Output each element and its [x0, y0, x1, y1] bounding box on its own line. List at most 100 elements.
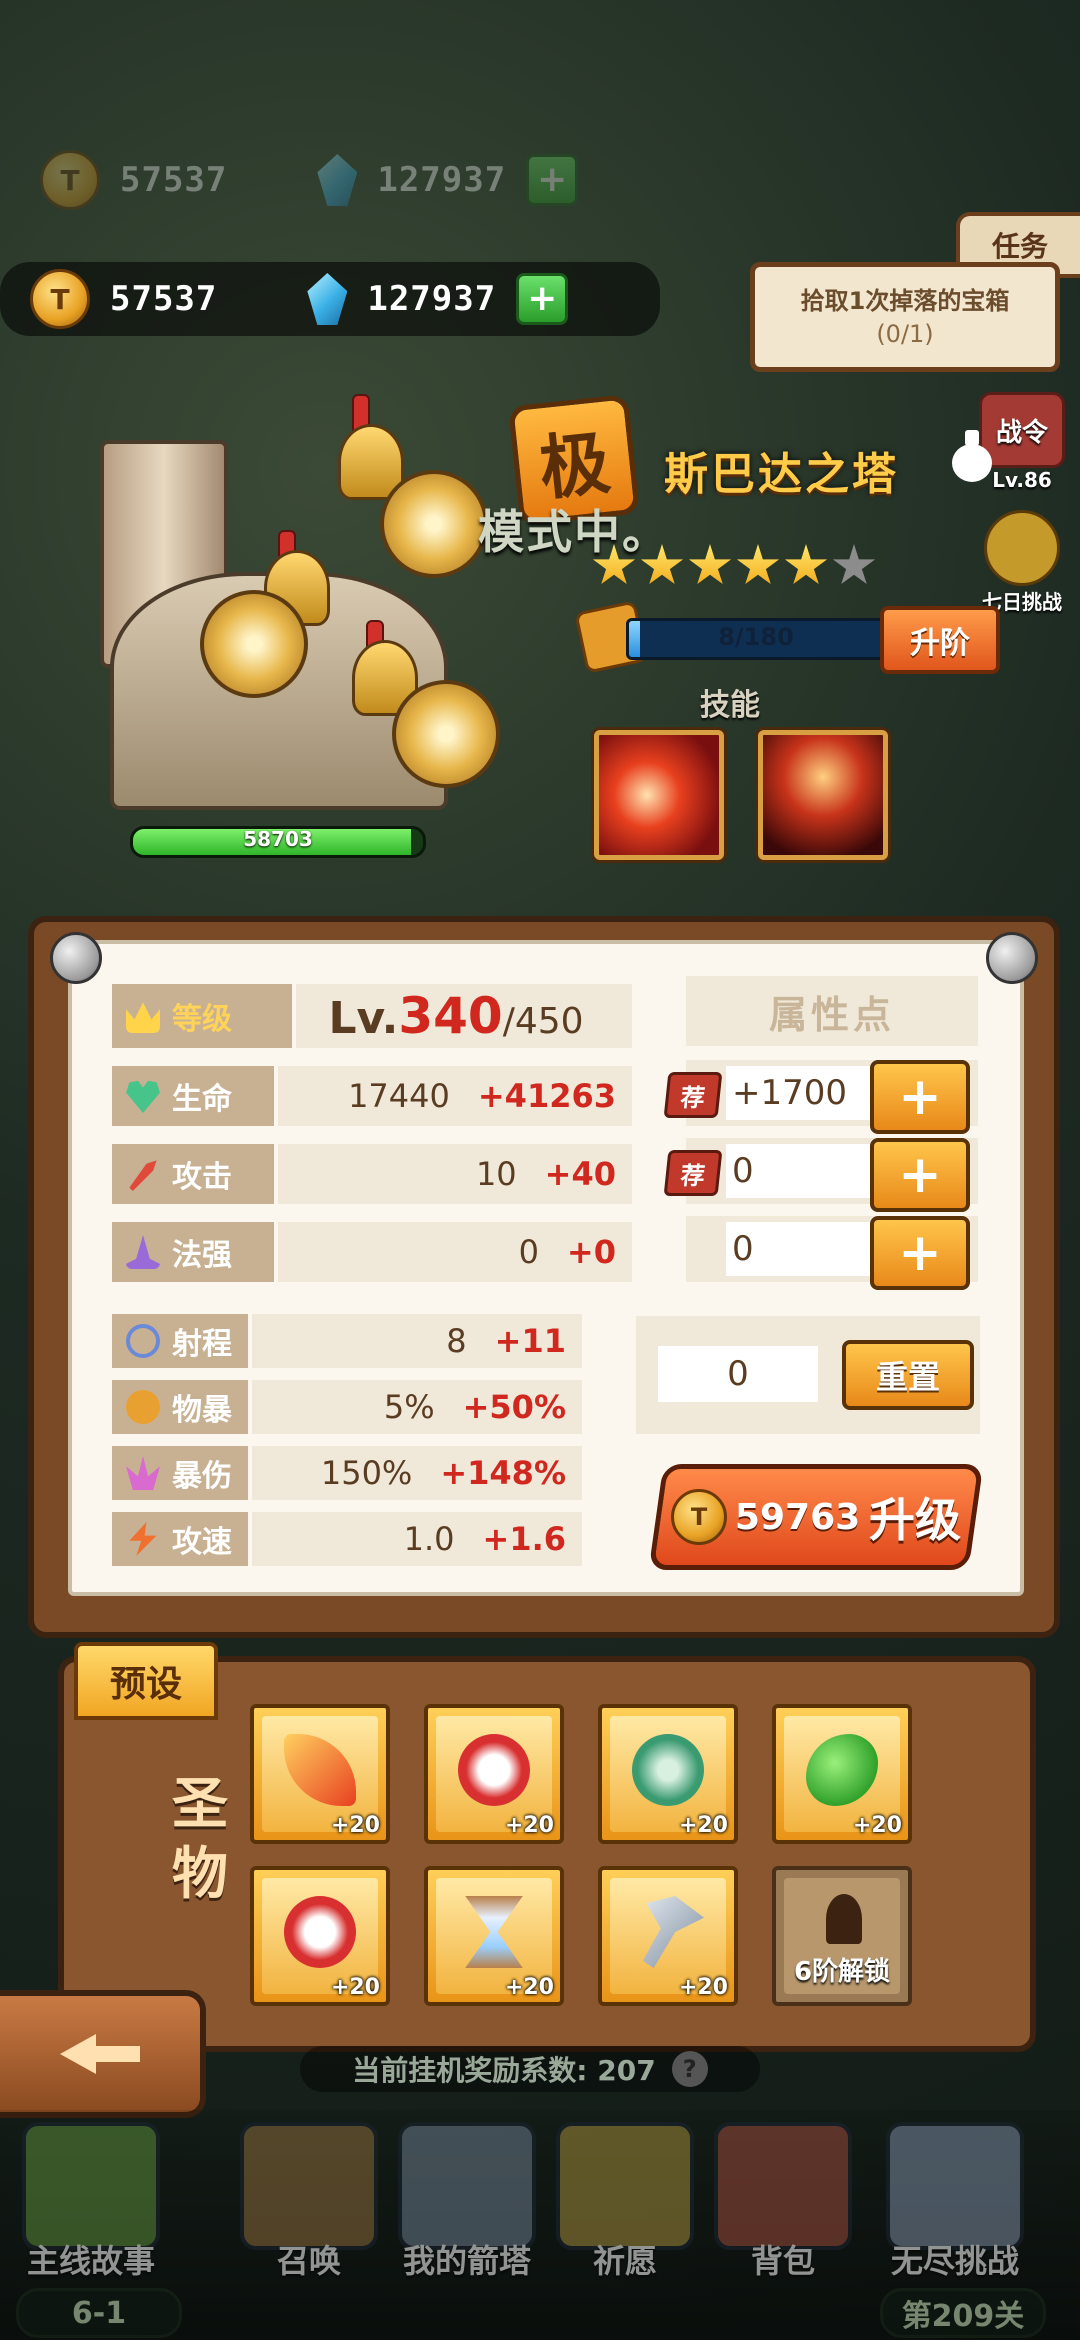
relic-slot-leaf[interactable]: +20 [772, 1704, 912, 1844]
upgrade-label: 升级 [868, 1493, 961, 1547]
stat-base: 8 [446, 1322, 467, 1360]
stat-label: 攻速 [172, 1525, 232, 1560]
stat-base: 10 [475, 1155, 517, 1193]
stat-base: 150% [320, 1454, 413, 1492]
stat-base: 5% [383, 1388, 435, 1426]
level-max: /450 [502, 1001, 584, 1042]
heart-icon [126, 1080, 160, 1113]
stat-label-crit: 物暴 [112, 1380, 248, 1434]
tower-hp-bar: 58703 [130, 826, 426, 858]
nav-wish[interactable]: 祈愿 [550, 2122, 700, 2282]
stat-bonus: +11 [494, 1322, 566, 1360]
nav-endless-challenge[interactable]: 无尽挑战 第209关 [880, 2122, 1046, 2338]
nav-summon[interactable]: 召唤 [234, 2122, 384, 2282]
quest-board[interactable]: 拾取1次掉落的宝箱 (0/1) [750, 262, 1060, 372]
stat-value-crit: 5% +50% [252, 1380, 582, 1434]
relic-slot-locked[interactable]: 6阶解锁 [772, 1866, 912, 2006]
relic-slot-apple-2[interactable]: +20 [250, 1866, 390, 2006]
back-button[interactable] [0, 1990, 206, 2118]
story-stage: 6-1 [16, 2288, 182, 2338]
crosshair-icon [126, 1324, 160, 1358]
add-gems-button[interactable]: + [526, 154, 579, 206]
stat-label-crit-damage: 暴伤 [112, 1446, 248, 1500]
currency-row: T 57537 127937 + [0, 262, 660, 336]
idle-reward-text: 当前挂机奖励系数: 207 [352, 2054, 656, 2087]
stat-bonus: +0 [566, 1233, 616, 1271]
gold-coin-icon: T [671, 1489, 728, 1545]
stat-base: 0 [518, 1233, 539, 1271]
quest-progress: (0/1) [876, 320, 934, 348]
add-attr-attack-button[interactable]: + [870, 1138, 970, 1212]
relic-slot-apple[interactable]: +20 [424, 1704, 564, 1844]
gold-coin-icon: T [30, 269, 90, 329]
level-value: Lv.340/450 [328, 987, 583, 1045]
scroll-icon [240, 2122, 378, 2250]
attr-row-hp: 荐 +1700 + [663, 1060, 978, 1134]
spartan-shield [392, 680, 500, 788]
stat-label-attack-speed: 攻速 [112, 1512, 248, 1566]
apple-core-icon [458, 1734, 530, 1806]
stat-bonus: +41263 [477, 1077, 616, 1115]
add-attr-magic-button[interactable]: + [870, 1216, 970, 1290]
crown-icon [126, 1002, 160, 1033]
reset-box: 0 重置 [636, 1316, 980, 1434]
ascend-button[interactable]: 升阶 [880, 606, 1000, 674]
upgrade-cost: 59763 [735, 1496, 861, 1538]
nav-main-story[interactable]: 主线故事 6-1 [16, 2122, 182, 2338]
gold-amount: 57537 [120, 160, 228, 200]
help-icon[interactable]: ? [671, 2051, 708, 2087]
relic-slot-feather[interactable]: +20 [250, 1704, 390, 1844]
skill-warrior-icon[interactable] [758, 730, 888, 860]
relic-level: +20 [678, 1813, 728, 1838]
nav-my-towers[interactable]: 我的箭塔 [392, 2122, 542, 2282]
level-value-cell: Lv.340/450 [296, 984, 632, 1048]
relic-level: +20 [330, 1975, 380, 2000]
bottom-nav: 主线故事 6-1 召唤 我的箭塔 祈愿 背包 无尽挑战 第209关 [0, 2110, 1080, 2340]
crit-icon [126, 1390, 160, 1424]
reset-button[interactable]: 重置 [842, 1340, 974, 1410]
potion-icon[interactable] [952, 430, 992, 486]
stat-base: 17440 [348, 1077, 450, 1115]
tower-hp-value: 58703 [243, 827, 313, 851]
nav-backpack[interactable]: 背包 [708, 2122, 858, 2282]
level-current: 340 [398, 987, 503, 1045]
spartan-shield [380, 470, 488, 578]
stat-label: 暴伤 [172, 1459, 232, 1494]
seven-day-challenge-button[interactable]: 七日挑战 [972, 510, 1072, 615]
upgrade-button[interactable]: T 59763 升级 [648, 1464, 984, 1570]
relic-level: +20 [678, 1975, 728, 2000]
relic-slot-flask[interactable]: +20 [598, 1704, 738, 1844]
add-attr-hp-button[interactable]: + [870, 1060, 970, 1134]
story-book-icon [22, 2122, 160, 2250]
back-arrow-icon [60, 2034, 140, 2074]
tower-icon [398, 2122, 536, 2250]
idle-reward-bar: 当前挂机奖励系数: 207 ? [300, 2046, 760, 2092]
stat-label: 射程 [172, 1327, 232, 1362]
stat-value-attack-speed: 1.0 +1.6 [252, 1512, 582, 1566]
skill-axe-icon[interactable] [594, 730, 724, 860]
tower-illustration[interactable] [70, 380, 500, 840]
star-icon [592, 544, 636, 585]
lightning-icon [129, 1522, 157, 1556]
recommend-tag: 荐 [663, 1072, 723, 1118]
relic-slot-hourglass[interactable]: +20 [424, 1866, 564, 2006]
wizard-hat-icon [126, 1235, 160, 1269]
gold-amount: 57537 [110, 279, 218, 319]
locked-label: 6阶解锁 [793, 1957, 891, 1987]
sword-icon [129, 1160, 157, 1191]
level-label: 等级 [172, 1002, 232, 1037]
attribute-points-header: 属性点 [686, 976, 978, 1046]
gem-amount: 127937 [377, 160, 507, 200]
stat-label: 攻击 [172, 1160, 232, 1195]
nav-label: 背包 [750, 2242, 815, 2280]
flask-icon [632, 1734, 704, 1806]
stat-bonus: +1.6 [482, 1520, 567, 1558]
preset-tab[interactable]: 预设 [74, 1642, 218, 1720]
stat-bonus: +40 [544, 1155, 616, 1193]
fragment-progress-bar: 8/180 [626, 618, 886, 660]
relic-slot-axe[interactable]: +20 [598, 1866, 738, 2006]
relic-label-char: 圣 [172, 1772, 228, 1837]
seven-day-icon [984, 510, 1060, 586]
gem-icon [317, 154, 358, 206]
add-gems-button[interactable]: + [516, 273, 569, 325]
